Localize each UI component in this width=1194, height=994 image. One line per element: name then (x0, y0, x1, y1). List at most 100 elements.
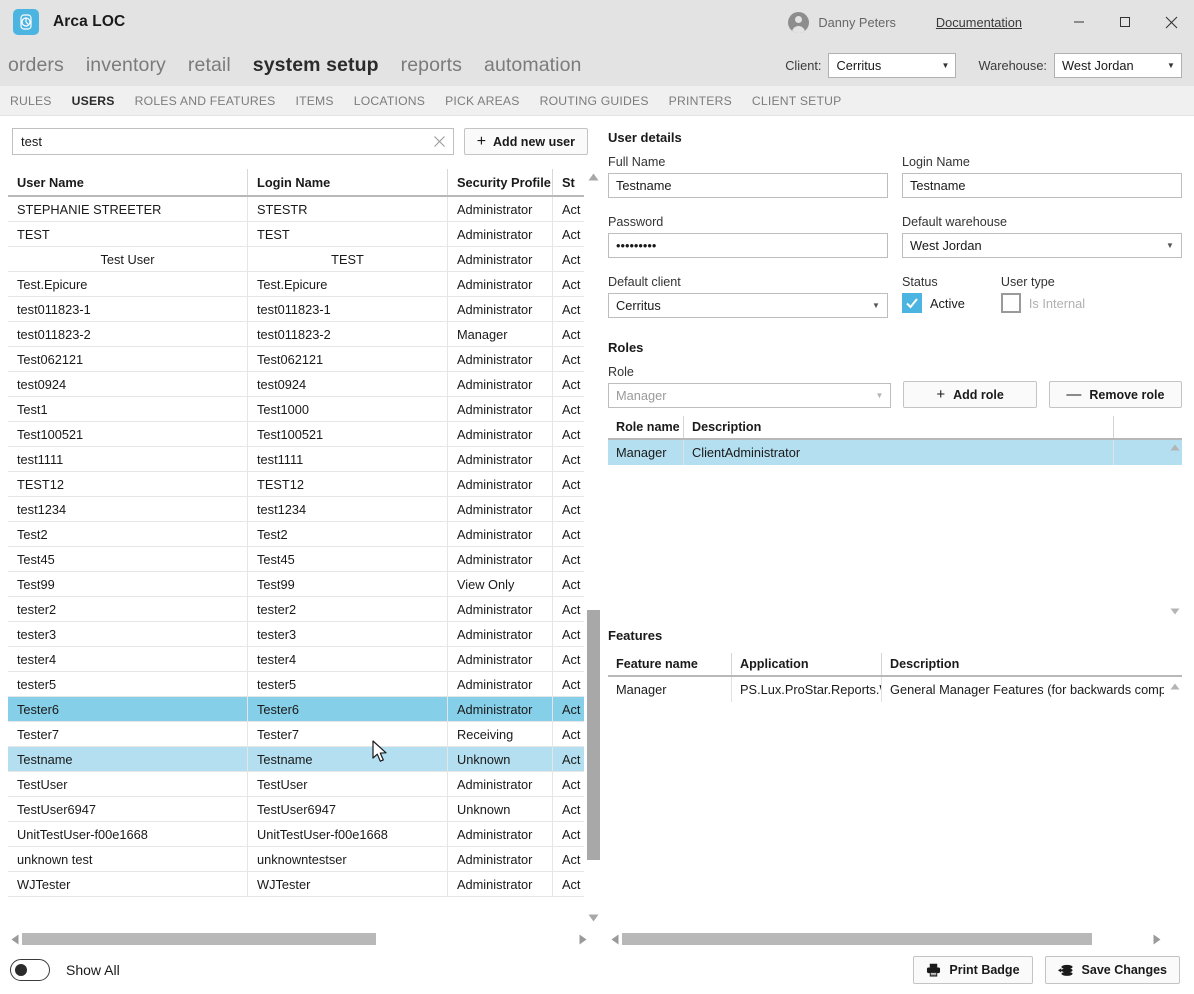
roles-column-header-1[interactable]: Description (684, 416, 1114, 438)
table-row[interactable]: Test1 Test1000 Administrator Act (8, 397, 584, 422)
remove-role-button[interactable]: — Remove role (1048, 381, 1183, 408)
main-navigation: orders inventory retail system setup reports… (0, 44, 1194, 86)
add-new-user-button[interactable]: + Add new user (463, 128, 588, 155)
add-role-button[interactable]: + Add role (903, 381, 1037, 408)
roles-vertical-scrollbar[interactable] (1168, 440, 1182, 618)
roles-column-header-2[interactable] (1114, 416, 1154, 438)
is-internal-checkbox-row[interactable]: Is Internal (1000, 293, 1085, 313)
cell-st: Act (562, 626, 581, 642)
tab-locations[interactable]: LOCATIONS (354, 94, 425, 108)
table-row[interactable]: Test.Epicure Test.Epicure Administrator Act (8, 272, 584, 297)
documentation-link[interactable]: Documentation (936, 15, 1022, 30)
tab-client-setup[interactable]: CLIENT SETUP (752, 94, 842, 108)
table-row[interactable]: TEST12 TEST12 Administrator Act (8, 472, 584, 497)
roles-scroll-up-button[interactable] (1168, 440, 1182, 454)
table-row[interactable]: Test100521 Test100521 Administrator Act (8, 422, 584, 447)
default-client-select[interactable]: Cerritus ▼ (608, 293, 888, 318)
search-input[interactable] (12, 128, 454, 155)
cell-user: test1234 (8, 497, 248, 521)
client-label: Client: (785, 57, 822, 73)
minimize-button[interactable] (1056, 0, 1102, 44)
app-title: Arca LOC (53, 13, 126, 30)
client-select[interactable]: Cerritus ▼ (828, 52, 957, 78)
features-table-body[interactable]: ManagerPS.Lux.ProStar.Reports.Web General… (608, 677, 1182, 702)
show-all-toggle[interactable] (10, 959, 50, 981)
full-name-input[interactable] (608, 173, 888, 198)
clear-search-icon[interactable] (431, 133, 448, 150)
table-row[interactable]: Testname Testname Unknown Act (8, 747, 584, 772)
role-row[interactable]: Manager ClientAdministrator (608, 440, 1182, 465)
table-row[interactable]: Tester7 Tester7 Receiving Act (8, 722, 584, 747)
tab-routing-guides[interactable]: ROUTING GUIDES (540, 94, 649, 108)
print-badge-button[interactable]: Print Badge (913, 956, 1033, 984)
default-warehouse-select[interactable]: West Jordan ▼ (902, 233, 1182, 258)
triangle-down-icon (1170, 608, 1180, 614)
cell-profile: Administrator (448, 872, 553, 896)
table-row[interactable]: WJTester WJTester Administrator Act (8, 872, 584, 897)
active-checkbox[interactable] (902, 293, 922, 313)
tab-printers[interactable]: PRINTERS (669, 94, 732, 108)
features-column-header-1[interactable]: Application (732, 653, 882, 675)
cell-st: Act (562, 801, 581, 817)
table-row[interactable]: tester5 tester5 Administrator Act (8, 672, 584, 697)
main-nav-item-inventory[interactable]: inventory (86, 54, 166, 77)
table-row[interactable]: test1234 test1234 Administrator Act (8, 497, 584, 522)
table-row[interactable]: tester3 tester3 Administrator Act (8, 622, 584, 647)
table-row[interactable]: TEST TEST Administrator Act (8, 222, 584, 247)
table-row[interactable]: tester4 tester4 Administrator Act (8, 647, 584, 672)
main-nav-item-reports[interactable]: reports (401, 54, 462, 77)
tab-pick-areas[interactable]: PICK AREAS (445, 94, 519, 108)
table-row[interactable]: test1111 test1111 Administrator Act (8, 447, 584, 472)
features-scroll-up-button[interactable] (1168, 679, 1182, 693)
feature-row[interactable]: ManagerPS.Lux.ProStar.Reports.Web General… (608, 677, 1182, 702)
table-row[interactable]: UnitTestUser-f00e1668 UnitTestUser-f00e16… (8, 822, 584, 847)
table-row[interactable]: tester2 tester2 Administrator Act (8, 597, 584, 622)
table-row[interactable]: unknown test unknowntestser Administrator A… (8, 847, 584, 872)
users-column-header-2[interactable]: Security Profile (448, 169, 553, 195)
table-row[interactable]: Test45 Test45 Administrator Act (8, 547, 584, 572)
tab-items[interactable]: ITEMS (296, 94, 334, 108)
table-row[interactable]: Test User TEST Administrator Act (8, 247, 584, 272)
table-row[interactable]: Test99 Test99 View Only Act (8, 572, 584, 597)
save-changes-button[interactable]: Save Changes (1044, 956, 1180, 984)
is-internal-checkbox[interactable] (1000, 293, 1021, 313)
maximize-button[interactable] (1102, 0, 1148, 44)
role-select[interactable]: Manager ▼ (608, 383, 892, 408)
active-checkbox-row[interactable]: Active (902, 293, 965, 313)
tab-rules[interactable]: RULES (10, 94, 52, 108)
details-hscroll-thumb[interactable] (622, 933, 1092, 945)
roles-scroll-down-button[interactable] (1168, 604, 1182, 618)
cell-profile: Administrator (448, 347, 553, 371)
login-name-input[interactable] (902, 173, 1182, 198)
main-nav-item-system-setup[interactable]: system setup (253, 54, 379, 77)
vscroll-thumb[interactable] (587, 610, 600, 860)
table-row[interactable]: STEPHANIE STREETER STESTR Administrator Act (8, 197, 584, 222)
table-row[interactable]: test011823-2 test011823-2 Manager Act (8, 322, 584, 347)
main-nav-item-automation[interactable]: automation (484, 54, 581, 77)
table-row[interactable]: Test2 Test2 Administrator Act (8, 522, 584, 547)
table-row[interactable]: Tester6 Tester6 Administrator Act (8, 697, 584, 722)
user-account[interactable]: Danny Peters (788, 11, 896, 33)
roles-column-header-0[interactable]: Role name (608, 416, 684, 438)
warehouse-select[interactable]: West Jordan ▼ (1054, 52, 1182, 78)
table-row[interactable]: test0924 test0924 Administrator Act (8, 372, 584, 397)
tab-roles-and-features[interactable]: ROLES AND FEATURES (135, 94, 276, 108)
main-nav-item-orders[interactable]: orders (8, 54, 64, 77)
users-column-header-0[interactable]: User Name (8, 169, 248, 195)
tab-users[interactable]: USERS (72, 94, 115, 108)
main-nav-item-retail[interactable]: retail (188, 54, 231, 77)
users-table-body[interactable]: STEPHANIE STREETER STESTR Administrator Act… (8, 197, 584, 926)
table-row[interactable]: test011823-1 test011823-1 Administrator Act (8, 297, 584, 322)
features-column-header-2[interactable]: Description (882, 653, 1164, 675)
table-row[interactable]: TestUser6947 TestUser6947 Unknown Act (8, 797, 584, 822)
users-column-header-1[interactable]: Login Name (248, 169, 448, 195)
close-button[interactable] (1148, 0, 1194, 44)
table-row[interactable]: Test062121 Test062121 Administrator Act (8, 347, 584, 372)
table-row[interactable]: TestUser TestUser Administrator Act (8, 772, 584, 797)
hscroll-thumb[interactable] (22, 933, 376, 945)
features-column-header-0[interactable]: Feature name (608, 653, 732, 675)
users-column-header-3[interactable]: St (553, 169, 584, 195)
password-input[interactable] (608, 233, 888, 258)
triangle-right-icon (1153, 934, 1161, 944)
roles-table-body[interactable]: Manager ClientAdministrator (608, 440, 1182, 618)
